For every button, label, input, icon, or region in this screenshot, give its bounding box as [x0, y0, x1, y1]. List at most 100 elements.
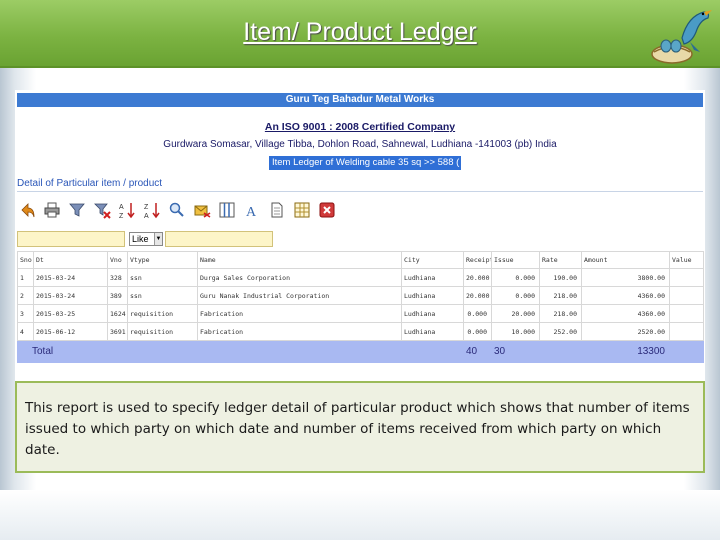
- report-heading: Detail of Particular item / product: [17, 178, 163, 189]
- column-header[interactable]: Dt: [33, 251, 108, 269]
- company-name-bar: Guru Teg Bahadur Metal Works: [17, 93, 703, 107]
- cell-vno: 1624: [107, 304, 128, 323]
- table-row[interactable]: 1 2015-03-24 328 ssn Durga Sales Corpora…: [17, 268, 704, 287]
- document-icon: [271, 202, 283, 218]
- column-header[interactable]: Name: [197, 251, 402, 269]
- cell-date: 2015-06-12: [33, 322, 108, 341]
- cell-city: Ludhiana: [401, 322, 464, 341]
- company-address: Gurdwara Somasar, Village Tibba, Dohlon …: [163, 139, 557, 150]
- svg-text:Z: Z: [144, 204, 149, 211]
- search-icon: [169, 202, 184, 217]
- heading-divider: [17, 191, 703, 192]
- cell-value: [669, 286, 704, 305]
- sort-descending-button[interactable]: ZA: [140, 195, 164, 225]
- cell-rate: 252.00: [539, 322, 582, 341]
- clear-filter-button[interactable]: [90, 195, 114, 225]
- cell-amount: 2520.00: [581, 322, 670, 341]
- item-ledger-banner: Item Ledger of Welding cable 35 sq >> 58…: [269, 156, 461, 170]
- export-button[interactable]: [190, 195, 214, 225]
- slide-frame-bottom: [0, 490, 720, 540]
- filter-icon: [69, 203, 85, 217]
- cell-receipt: 0.000: [463, 304, 492, 323]
- sort-ascending-button[interactable]: AZ: [115, 195, 139, 225]
- filter-row: Like ▼: [17, 231, 703, 247]
- report-screenshot: Guru Teg Bahadur Metal Works An ISO 9001…: [15, 90, 705, 390]
- print-icon: [44, 202, 60, 218]
- cell-rate: 218.00: [539, 286, 582, 305]
- table-row[interactable]: 4 2015-06-12 3691 requisition Fabricatio…: [17, 322, 704, 341]
- cell-vtype: ssn: [127, 286, 198, 305]
- column-header[interactable]: Vno: [107, 251, 128, 269]
- certification-text: An ISO 9001 : 2008 Certified Company: [264, 121, 456, 133]
- filter-field-input[interactable]: [17, 231, 125, 247]
- slide-title-bar: Item/ Product Ledger: [0, 0, 720, 68]
- column-header[interactable]: Vtype: [127, 251, 198, 269]
- svg-text:A: A: [144, 213, 149, 219]
- back-icon: [21, 203, 35, 218]
- bird-nest-logo: [651, 10, 712, 64]
- columns-icon: [219, 202, 235, 218]
- document-button[interactable]: [265, 195, 289, 225]
- close-icon: [319, 202, 335, 218]
- filter-value-input[interactable]: [165, 231, 273, 247]
- filter-operator-select[interactable]: Like ▼: [129, 232, 163, 246]
- total-issue: 30: [491, 340, 540, 363]
- column-header[interactable]: City: [401, 251, 464, 269]
- filter-button[interactable]: [65, 195, 89, 225]
- print-button[interactable]: [40, 195, 64, 225]
- cell-vno: 328: [107, 268, 128, 287]
- cell-vtype: ssn: [127, 268, 198, 287]
- ledger-table: Sno Dt Vno Vtype Name City Receipt Issue…: [17, 251, 704, 363]
- export-icon: [194, 205, 211, 218]
- back-button[interactable]: [15, 195, 39, 225]
- clear-filter-icon: [94, 203, 111, 219]
- cell-name: Fabrication: [197, 322, 402, 341]
- column-header[interactable]: Value: [669, 251, 704, 269]
- total-amount: 13300: [581, 340, 670, 363]
- cell-amount: 3800.00: [581, 268, 670, 287]
- column-header[interactable]: Receipt: [463, 251, 492, 269]
- cell-date: 2015-03-24: [33, 286, 108, 305]
- close-button[interactable]: [315, 195, 339, 225]
- font-button[interactable]: A: [240, 195, 264, 225]
- cell-value: [669, 268, 704, 287]
- cell-receipt: 20.000: [463, 268, 492, 287]
- total-row: Total 40 30 13300: [17, 340, 704, 363]
- table-row[interactable]: 3 2015-03-25 1624 requisition Fabricatio…: [17, 304, 704, 323]
- cell-name: Fabrication: [197, 304, 402, 323]
- grid-button[interactable]: [290, 195, 314, 225]
- cell-value: [669, 322, 704, 341]
- sort-ascending-icon: AZ: [119, 203, 135, 219]
- cell-name: Durga Sales Corporation: [197, 268, 402, 287]
- cell-city: Ludhiana: [401, 268, 464, 287]
- cell-amount: 4360.00: [581, 304, 670, 323]
- cell-issue: 10.000: [491, 322, 540, 341]
- column-header[interactable]: Sno: [17, 251, 34, 269]
- cell-issue: 20.000: [491, 304, 540, 323]
- cell-name: Guru Nanak Industrial Corporation: [197, 286, 402, 305]
- total-rate-blank: [539, 340, 582, 363]
- report-description: This report is used to specify ledger de…: [15, 381, 705, 473]
- cell-sno: 2: [17, 286, 34, 305]
- cell-rate: 218.00: [539, 304, 582, 323]
- cell-vtype: requisition: [127, 304, 198, 323]
- grid-icon: [294, 202, 310, 218]
- cell-amount: 4360.00: [581, 286, 670, 305]
- search-button[interactable]: [165, 195, 189, 225]
- font-icon: A: [246, 205, 257, 219]
- columns-button[interactable]: [215, 195, 239, 225]
- cell-city: Ludhiana: [401, 304, 464, 323]
- cell-receipt: 20.000: [463, 286, 492, 305]
- slide-title: Item/ Product Ledger: [243, 18, 477, 46]
- column-header[interactable]: Rate: [539, 251, 582, 269]
- column-header[interactable]: Issue: [491, 251, 540, 269]
- table-row[interactable]: 2 2015-03-24 389 ssn Guru Nanak Industri…: [17, 286, 704, 305]
- filter-operator-value: Like: [132, 234, 149, 244]
- total-value-blank: [669, 340, 704, 363]
- cell-rate: 190.00: [539, 268, 582, 287]
- svg-text:A: A: [246, 205, 257, 219]
- cell-issue: 0.000: [491, 268, 540, 287]
- cell-sno: 1: [17, 268, 34, 287]
- column-header[interactable]: Amount: [581, 251, 670, 269]
- cell-vno: 3691: [107, 322, 128, 341]
